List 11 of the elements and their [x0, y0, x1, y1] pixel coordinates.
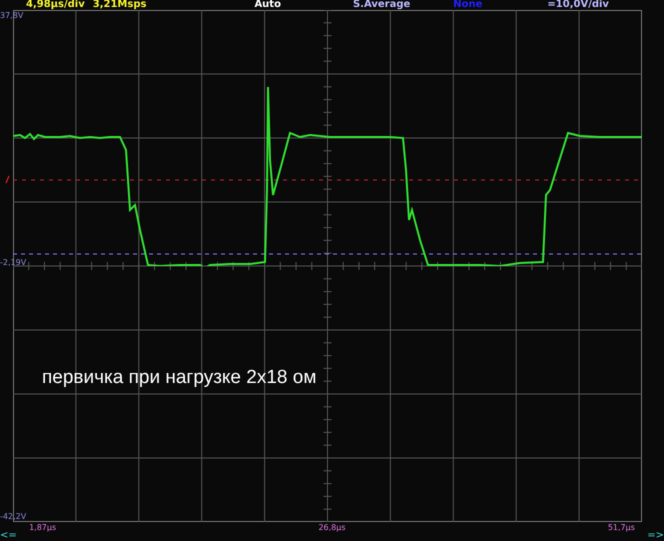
time-center-label: 26,8µs [318, 523, 346, 534]
annotation-text: первичка при нагрузке 2x18 ом [42, 366, 316, 390]
voltage-bottom-label: -42,2V [0, 512, 26, 521]
trigger-marker-icon[interactable] [5, 175, 10, 184]
scroll-right-button[interactable]: => [647, 530, 664, 541]
trigger-mode[interactable]: Auto [254, 0, 281, 10]
voltage-marker-label: -2,19V [0, 258, 26, 267]
scroll-left-button[interactable]: <= [0, 530, 17, 541]
time-end-label: 51,7µs [608, 523, 635, 534]
time-start-label: 1,87µs [29, 523, 56, 534]
voltage-top-label: 37,8V [0, 11, 24, 20]
